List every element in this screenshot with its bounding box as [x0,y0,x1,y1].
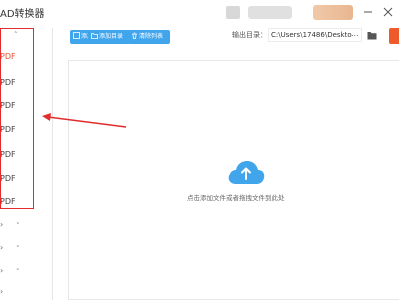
convert-button[interactable] [389,28,399,44]
clear-list-button[interactable]: 清除列表 [128,30,170,44]
chevron-down-icon[interactable]: ˅ [16,245,20,253]
user-info[interactable] [248,6,292,19]
add-file-icon [73,32,80,39]
cloud-upload-icon[interactable] [226,157,266,187]
sidebar-group-collapsed[interactable]: › [0,220,3,229]
clear-list-label: 清除列表 [139,33,164,40]
app-title: AD转换器 [0,9,45,20]
close-icon[interactable] [382,6,394,18]
title-bar: AD转换器 [0,0,399,28]
output-label: 输出目录： [232,31,267,39]
trash-icon [132,32,137,39]
open-folder-icon[interactable] [367,31,377,40]
output-path-field[interactable]: C:\Users\17486\Deskto [268,28,362,42]
add-folder-button[interactable]: 添加目录 [88,30,130,44]
minimize-icon[interactable] [362,6,374,18]
sidebar-group-collapsed[interactable]: › [0,243,3,252]
sidebar-group-collapsed[interactable]: › [0,287,3,296]
browse-button[interactable]: ... [351,29,359,38]
header-icon[interactable] [226,6,240,19]
annotation-arrow [42,113,127,128]
sidebar-divider [52,28,53,300]
chevron-down-icon[interactable]: ˅ [16,222,20,230]
drop-hint-text: 点击添加文件或者拖拽文件到此处 [187,194,285,202]
add-folder-label: 添加目录 [99,33,124,40]
sidebar-group-collapsed[interactable]: › [0,266,3,275]
chevron-down-icon[interactable]: ˅ [16,268,20,276]
highlight-box [0,28,34,209]
folder-icon [91,33,98,39]
promo-banner[interactable] [313,5,353,20]
